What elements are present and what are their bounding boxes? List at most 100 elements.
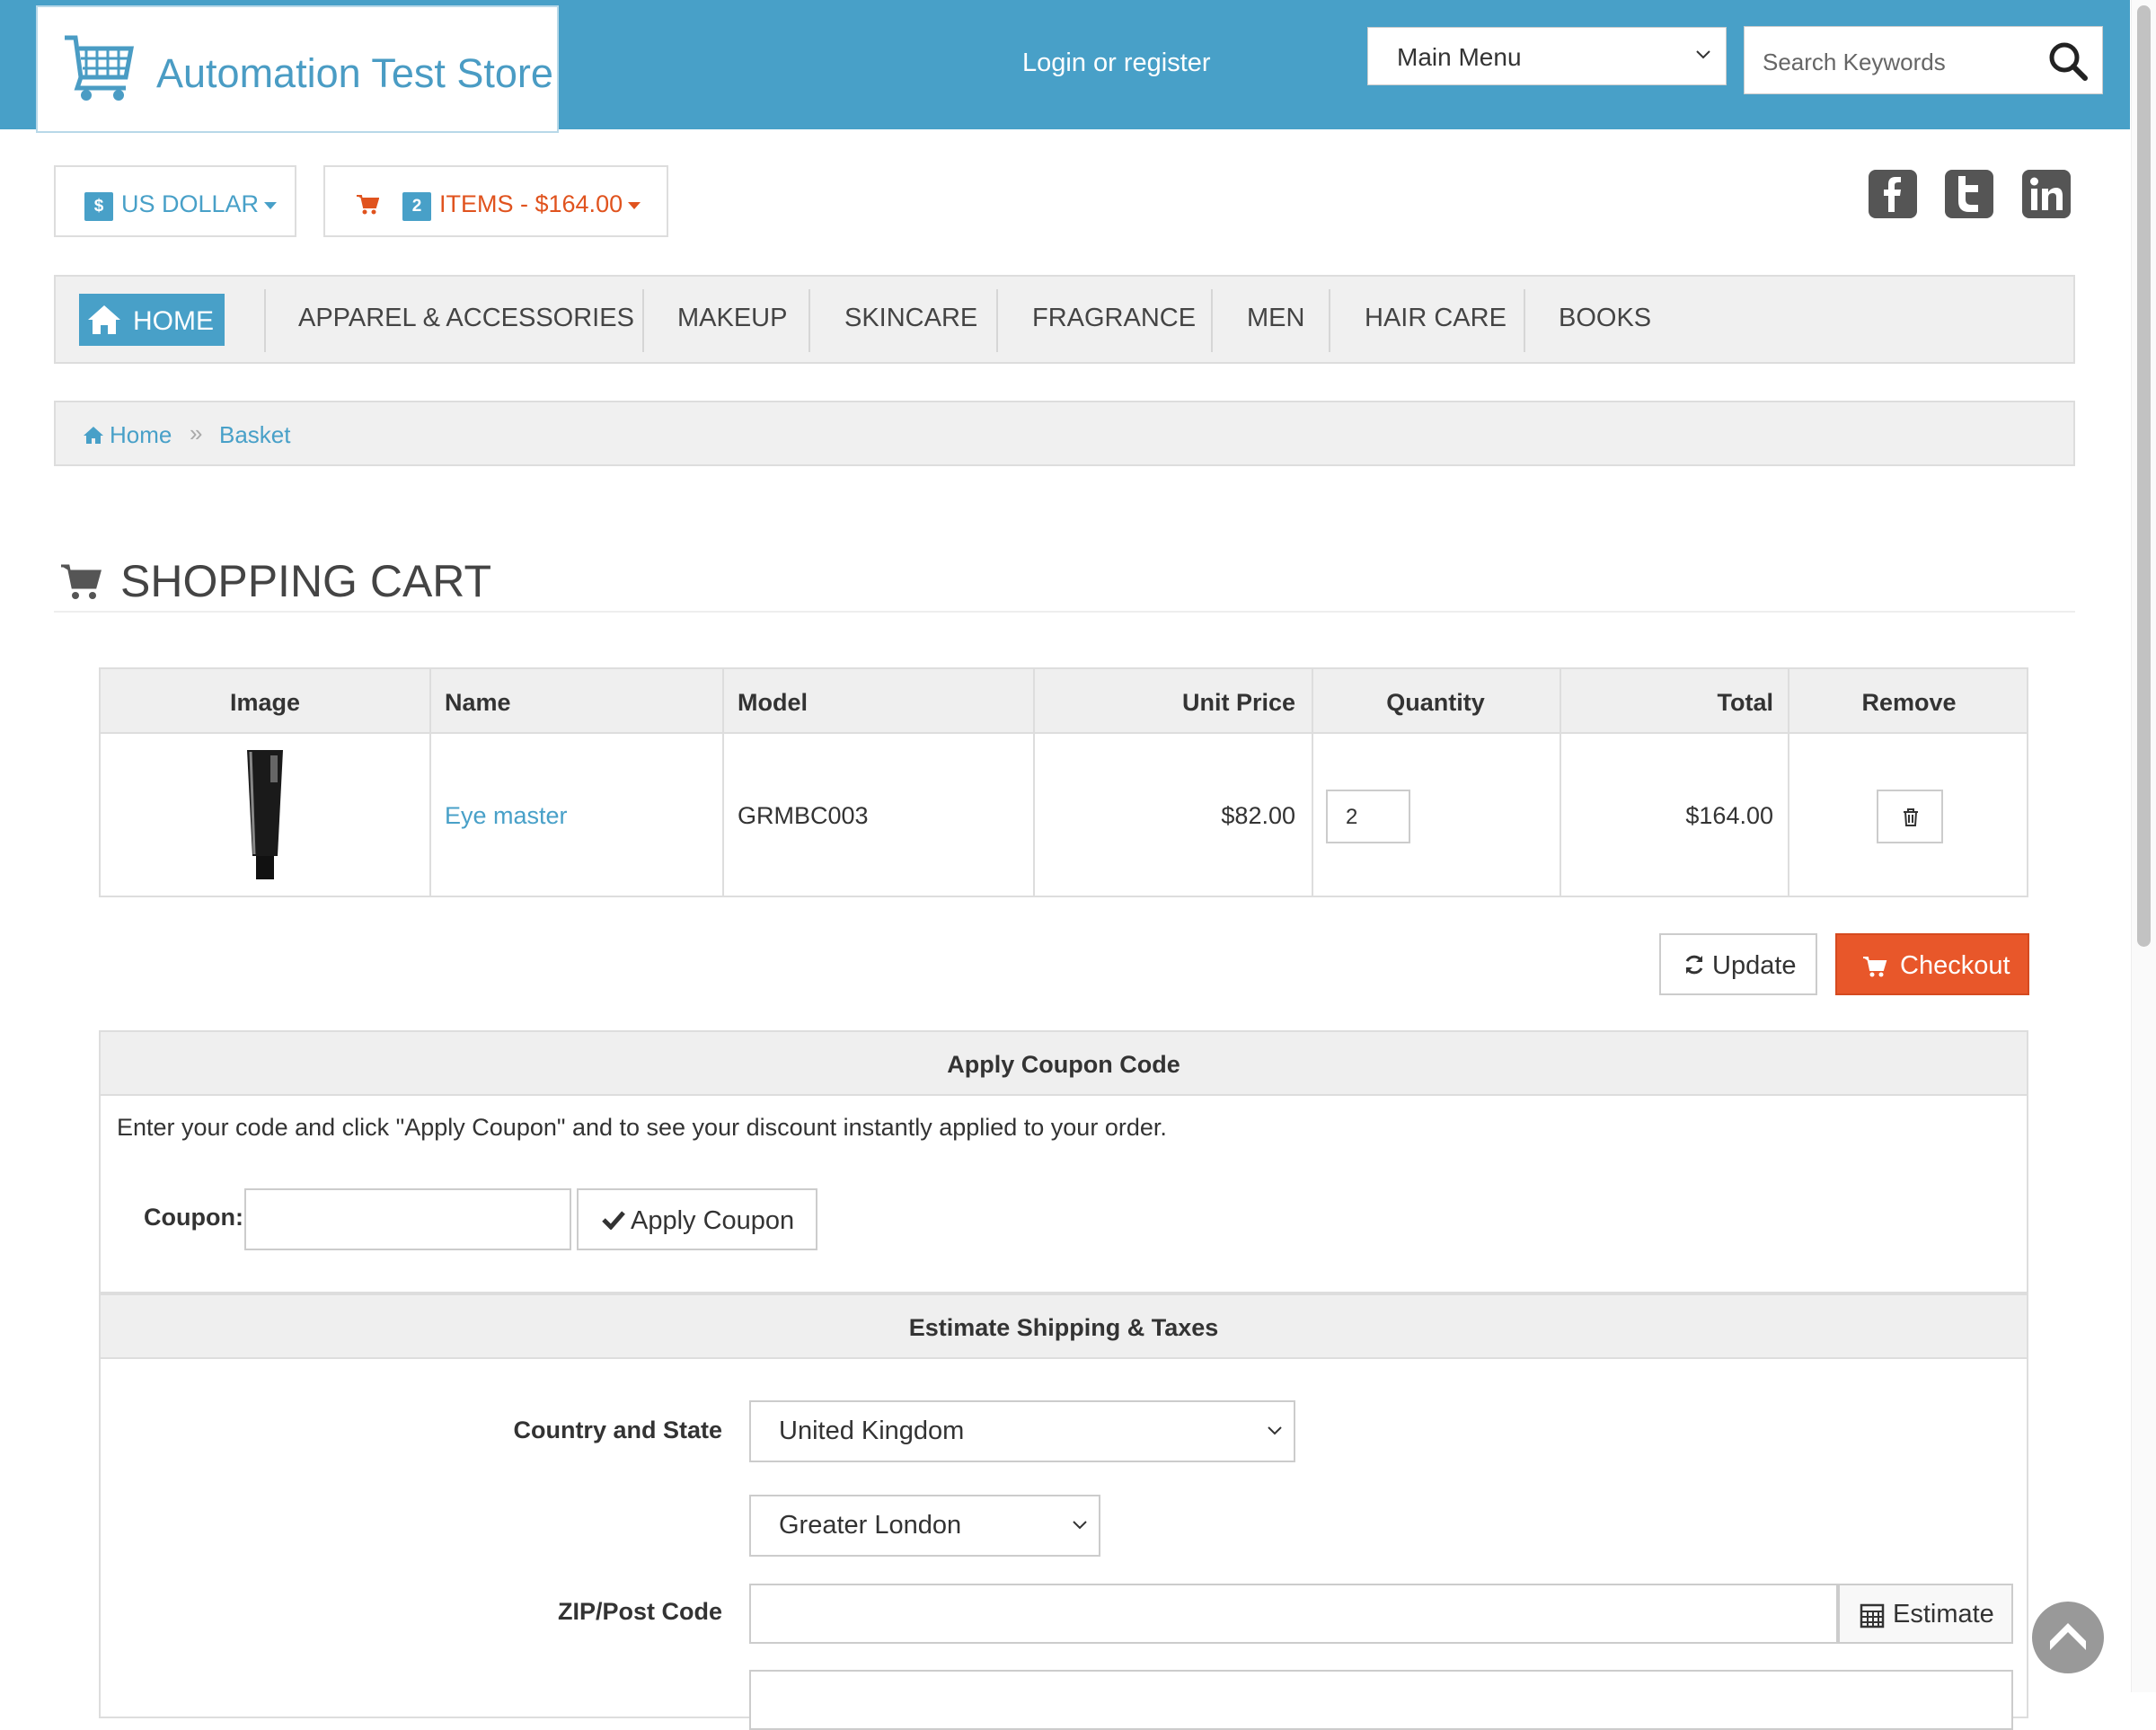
shipping-method-select[interactable] [749, 1670, 2013, 1730]
check-icon [602, 1211, 625, 1230]
coupon-panel-title: Apply Coupon Code [99, 1030, 2028, 1096]
breadcrumb-basket-link[interactable]: Basket [219, 421, 291, 449]
nav-divider [1211, 289, 1213, 352]
estimate-button[interactable]: Estimate [1838, 1584, 2013, 1644]
breadcrumb-home-link[interactable]: Home [83, 421, 172, 449]
header-remove: Remove [1861, 689, 1957, 716]
product-thumbnail[interactable] [243, 748, 287, 881]
nav-item-hair-care[interactable]: HAIR CARE [1365, 304, 1507, 333]
header-total: Total [1717, 689, 1774, 716]
nav-home-label: HOME [133, 306, 214, 336]
quantity-value: 2 [1346, 805, 1358, 829]
region-value: Greater London [779, 1511, 962, 1540]
page-title: SHOPPING CART [120, 556, 492, 606]
remove-button[interactable] [1877, 790, 1943, 843]
coupon-label: Coupon: [144, 1204, 243, 1231]
shipping-panel: Country and State United Kingdom Greater… [99, 1359, 2028, 1730]
shipping-panel-title: Estimate Shipping & Taxes [99, 1293, 2028, 1359]
nav-item-fragrance[interactable]: FRAGRANCE [1032, 304, 1196, 333]
trash-icon [1904, 808, 1918, 826]
checkout-label: Checkout [1900, 951, 2010, 980]
nav-item-men[interactable]: MEN [1247, 304, 1304, 333]
breadcrumb: Home » Basket [54, 401, 2075, 466]
product-model: GRMBC003 [738, 802, 869, 829]
heading-divider [54, 611, 2075, 613]
calculator-icon [1860, 1603, 1885, 1628]
product-name-link[interactable]: Eye master [445, 802, 568, 830]
chevron-down-icon [1696, 50, 1710, 59]
zip-label: ZIP/Post Code [557, 1598, 722, 1625]
header-quantity: Quantity [1386, 689, 1485, 716]
scrollbar-thumb[interactable] [2137, 5, 2151, 947]
search-placeholder: Search Keywords [1763, 49, 1946, 75]
cart-table: Image Name Model Unit Price Quantity Tot… [99, 667, 2028, 897]
nav-divider [996, 289, 998, 352]
currency-label: US DOLLAR [121, 190, 260, 217]
header-model: Model [738, 689, 808, 716]
main-menu-select[interactable]: Main Menu [1367, 27, 1727, 85]
home-icon [88, 305, 120, 334]
nav-divider [642, 289, 644, 352]
estimate-label: Estimate [1893, 1600, 1994, 1628]
scroll-to-top-button[interactable] [2032, 1602, 2104, 1673]
refresh-icon [1685, 955, 1703, 975]
nav-divider [264, 289, 266, 352]
store-name: Automation Test Store [156, 50, 553, 96]
header-image: Image [229, 689, 301, 716]
twitter-icon[interactable] [1944, 169, 1994, 219]
cart-summary-dropdown[interactable]: 2 ITEMS - $164.00 [323, 165, 668, 237]
currency-dropdown[interactable]: $ US DOLLAR [54, 165, 296, 237]
nav-item-makeup[interactable]: MAKEUP [677, 304, 787, 333]
unit-price: $82.00 [1221, 802, 1295, 829]
top-header: Automation Test Store Login or register … [0, 0, 2130, 133]
nav-item-skincare[interactable]: SKINCARE [844, 304, 977, 333]
shopping-cart-icon [61, 564, 102, 599]
search-icon[interactable] [2046, 40, 2090, 83]
quantity-input[interactable]: 2 [1326, 790, 1410, 843]
main-menu-value: Main Menu [1397, 43, 1522, 71]
nav-divider [1524, 289, 1525, 352]
column-divider [722, 669, 724, 896]
coupon-panel: Enter your code and click "Apply Coupon"… [99, 1096, 2028, 1293]
breadcrumb-separator: » [190, 419, 203, 446]
coupon-description: Enter your code and click "Apply Coupon"… [117, 1114, 1167, 1141]
cart-summary-label: ITEMS - $164.00 [439, 190, 623, 217]
cart-icon [357, 195, 379, 215]
chevron-down-icon [1073, 1521, 1087, 1530]
chevron-up-icon [2050, 1623, 2086, 1650]
apply-coupon-label: Apply Coupon [631, 1206, 795, 1235]
country-state-label: Country and State [513, 1417, 722, 1443]
nav-item-books[interactable]: BOOKS [1559, 304, 1651, 333]
region-select[interactable]: Greater London [749, 1495, 1100, 1557]
breadcrumb-home-label: Home [110, 421, 172, 448]
caret-down-icon [628, 201, 641, 209]
chevron-down-icon [1268, 1426, 1282, 1435]
zip-input[interactable] [749, 1584, 1838, 1644]
nav-home[interactable]: HOME [79, 294, 225, 346]
home-icon [84, 427, 103, 444]
login-register-link[interactable]: Login or register [1022, 49, 1211, 78]
cart-count-badge: 2 [402, 192, 431, 221]
nav-item-apparel-accessories[interactable]: APPAREL & ACCESSORIES [298, 304, 634, 333]
column-divider [429, 669, 431, 896]
nav-divider [808, 289, 810, 352]
coupon-input[interactable] [244, 1188, 571, 1250]
facebook-icon[interactable] [1868, 169, 1918, 219]
cart-icon [1863, 957, 1887, 977]
checkout-button[interactable]: Checkout [1835, 933, 2029, 995]
apply-coupon-button[interactable]: Apply Coupon [577, 1188, 817, 1250]
update-button[interactable]: Update [1659, 933, 1817, 995]
store-logo-link[interactable]: Automation Test Store [36, 5, 559, 133]
country-select[interactable]: United Kingdom [749, 1400, 1295, 1462]
line-total: $164.00 [1685, 802, 1773, 829]
caret-down-icon [264, 201, 278, 209]
nav-divider [1329, 289, 1330, 352]
cart-logo-icon [65, 35, 135, 101]
currency-symbol-badge: $ [84, 192, 113, 221]
country-value: United Kingdom [779, 1417, 965, 1445]
update-label: Update [1712, 951, 1797, 980]
header-unit-price: Unit Price [1181, 689, 1295, 716]
search-input[interactable]: Search Keywords [1744, 26, 2103, 94]
linkedin-icon[interactable] [2021, 169, 2072, 219]
category-nav: HOME APPAREL & ACCESSORIES MAKEUP SKINCA… [54, 275, 2075, 364]
